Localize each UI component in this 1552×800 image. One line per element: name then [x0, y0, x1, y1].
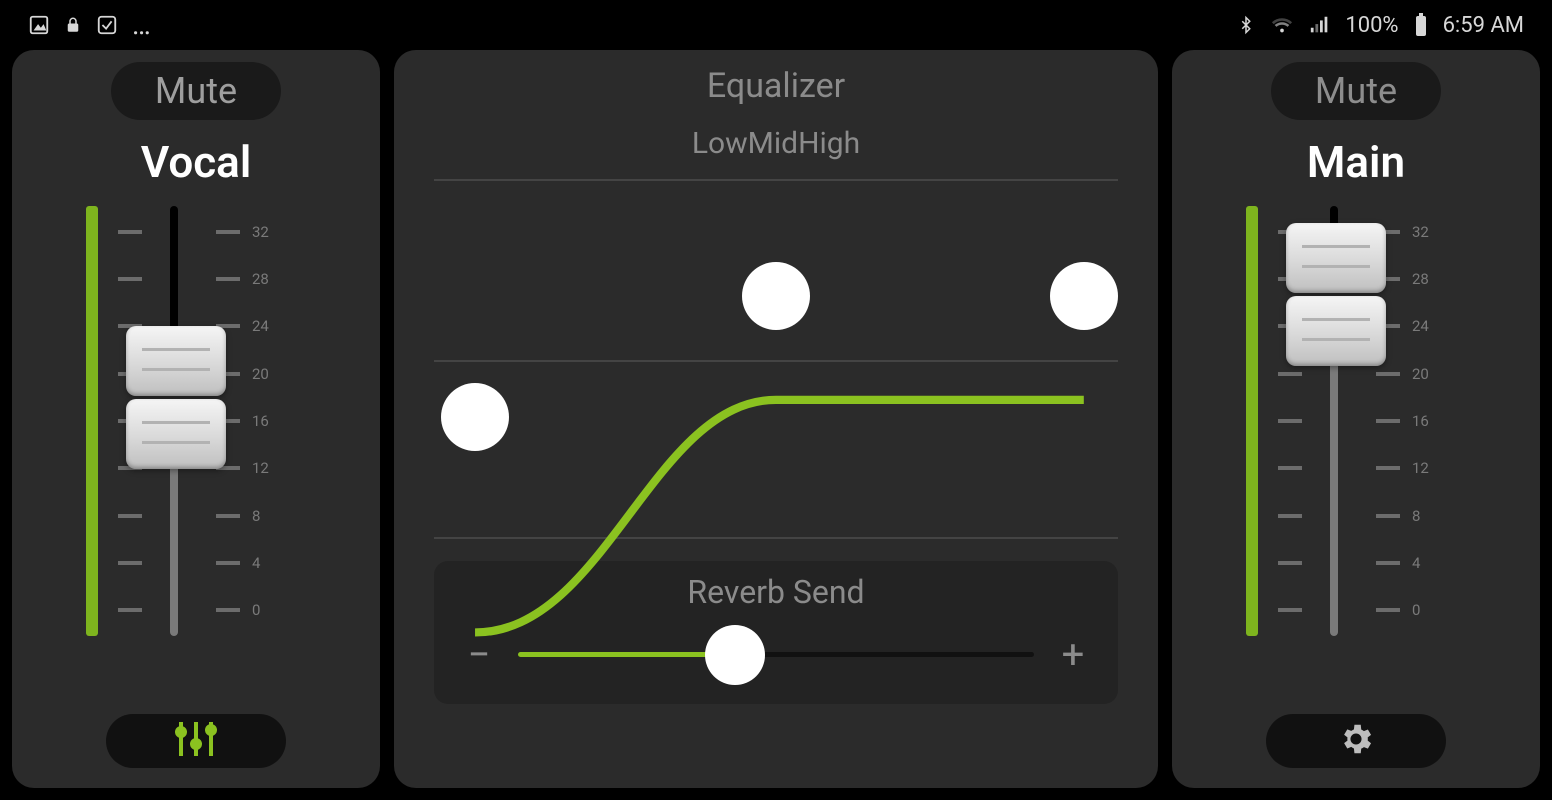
battery-icon — [1413, 13, 1429, 37]
wifi-icon — [1269, 14, 1295, 36]
mute-button-main[interactable]: Mute — [1271, 62, 1441, 120]
eq-node-low[interactable] — [441, 383, 509, 451]
signal-icon — [1309, 14, 1331, 36]
channel-main: Mute Main 32 28 24 20 16 12 8 4 0 — [1172, 50, 1540, 788]
more-notifications-icon: … — [132, 20, 153, 30]
eq-plot — [434, 179, 1118, 539]
status-bar: … 100% 6:59 AM — [0, 0, 1552, 50]
vocal-fader-area: 32 28 24 20 16 12 8 4 0 — [86, 206, 306, 636]
vocal-fader-track-lower — [170, 443, 178, 637]
channel-vocal: Mute Vocal 32 28 24 20 16 12 8 4 0 — [12, 50, 380, 788]
main-fader-scale: 32 28 24 20 16 12 8 4 0 — [1376, 206, 1496, 636]
mixer-stage: Mute Vocal 32 28 24 20 16 12 8 4 0 — [0, 50, 1552, 800]
vocal-fader-scale: 32 28 24 20 16 12 8 4 0 — [216, 206, 336, 636]
main-settings-button[interactable] — [1266, 714, 1446, 768]
main-fader-knob-a[interactable] — [1286, 223, 1386, 293]
clock-time: 6:59 AM — [1443, 13, 1524, 38]
equalizer-title: Equalizer — [707, 66, 845, 106]
eq-band-labels: Low Mid High — [692, 126, 860, 161]
sliders-icon — [173, 720, 219, 762]
vocal-fader-knob-a[interactable] — [126, 326, 226, 396]
channel-title-vocal: Vocal — [141, 136, 252, 188]
center-panel: Equalizer Low Mid High Reverb Send − — [394, 50, 1158, 788]
reverb-slider-thumb[interactable] — [705, 625, 765, 685]
reverb-slider-track[interactable] — [518, 652, 1034, 657]
eq-band-high: High — [798, 126, 860, 161]
main-fader-knob-b[interactable] — [1286, 296, 1386, 366]
channel-title-main: Main — [1307, 136, 1405, 188]
eq-band-mid: Mid — [748, 126, 798, 161]
bluetooth-icon — [1237, 14, 1255, 36]
vocal-eq-open-button[interactable] — [106, 714, 286, 768]
eq-band-low: Low — [692, 126, 748, 161]
image-icon — [28, 14, 50, 36]
vocal-fader-knob-b[interactable] — [126, 399, 226, 469]
main-fader-track-lower — [1330, 335, 1338, 636]
battery-pct: 100% — [1345, 13, 1398, 38]
checkbox-icon — [96, 14, 118, 36]
main-level-meter — [1246, 206, 1258, 636]
mute-button-vocal[interactable]: Mute — [111, 62, 281, 120]
eq-node-mid[interactable] — [742, 262, 810, 330]
main-fader-area: 32 28 24 20 16 12 8 4 0 — [1246, 206, 1466, 636]
gear-icon — [1337, 720, 1375, 762]
reverb-slider-fill — [518, 652, 735, 657]
eq-node-high[interactable] — [1050, 262, 1118, 330]
vocal-level-meter — [86, 206, 98, 636]
lock-icon — [64, 14, 82, 36]
